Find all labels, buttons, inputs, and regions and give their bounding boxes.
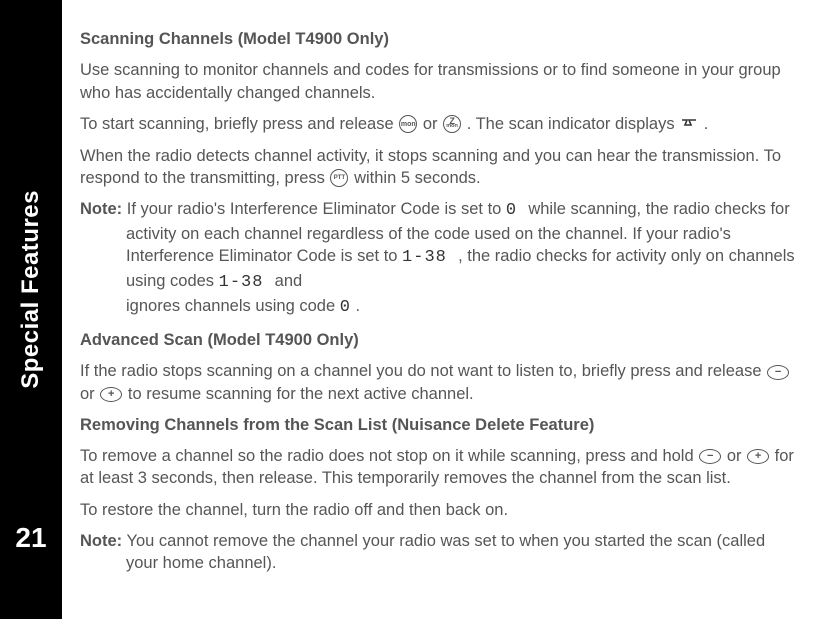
document-page: Special Features 21 Scanning Channels (M… [0,0,817,619]
text-fragment: . [704,115,709,133]
note-home-channel: Note: You cannot remove the channel your… [80,530,797,575]
sidebar: Special Features 21 [0,0,62,619]
heading-removing-channels: Removing Channels from the Scan List (Nu… [80,414,797,436]
text-fragment: within 5 seconds. [354,169,481,187]
minus-button-icon: − [767,365,789,380]
text-fragment: and [275,272,303,290]
note-interference-code: Note: If your radio's Interference Elimi… [80,198,797,320]
plus-button-icon: + [100,387,122,402]
z-mon-button-icon: Zmon [443,115,461,133]
text-fragment: to resume scanning for the next active c… [128,385,474,403]
text-fragment: To remove a channel so the radio does no… [80,447,698,465]
note-label: Note: [80,200,122,218]
text-fragment: or [80,385,99,403]
text-fragment: To start scanning, briefly press and rel… [80,115,398,133]
text-fragment: or [727,447,746,465]
heading-advanced-scan: Advanced Scan (Model T4900 Only) [80,329,797,351]
code-zero-display: 0 [340,298,351,317]
plus-button-icon: + [747,449,769,464]
mon-button-icon: mon [399,115,417,133]
main-content: Scanning Channels (Model T4900 Only) Use… [62,0,817,619]
text-fragment: If the radio stops scanning on a channel… [80,362,766,380]
ptt-button-icon: PTT [330,169,348,187]
paragraph-scanning-intro: Use scanning to monitor channels and cod… [80,59,797,104]
paragraph-remove-channel: To remove a channel so the radio does no… [80,445,797,490]
text-fragment: . The scan indicator displays [467,115,679,133]
minus-button-icon: − [699,449,721,464]
scan-indicator-icon [681,113,697,135]
sidebar-section-title: Special Features [17,190,45,389]
code-range-display: 1-38 [402,248,458,267]
code-range-display: 1-38 [219,273,275,292]
text-fragment: If your radio's Interference Eliminator … [122,200,506,218]
text-fragment: You cannot remove the channel your radio… [122,532,765,572]
paragraph-restore-channel: To restore the channel, turn the radio o… [80,499,797,521]
page-number: 21 [15,522,46,554]
text-fragment: or [423,115,442,133]
paragraph-detect-activity: When the radio detects channel activity,… [80,145,797,190]
text-fragment: . [351,297,360,315]
code-zero-display: 0 [506,201,528,220]
text-fragment: ignores channels using code [126,297,340,315]
heading-scanning-channels: Scanning Channels (Model T4900 Only) [80,28,797,50]
note-label: Note: [80,532,122,550]
paragraph-start-scanning: To start scanning, briefly press and rel… [80,113,797,136]
paragraph-advanced-scan: If the radio stops scanning on a channel… [80,360,797,405]
